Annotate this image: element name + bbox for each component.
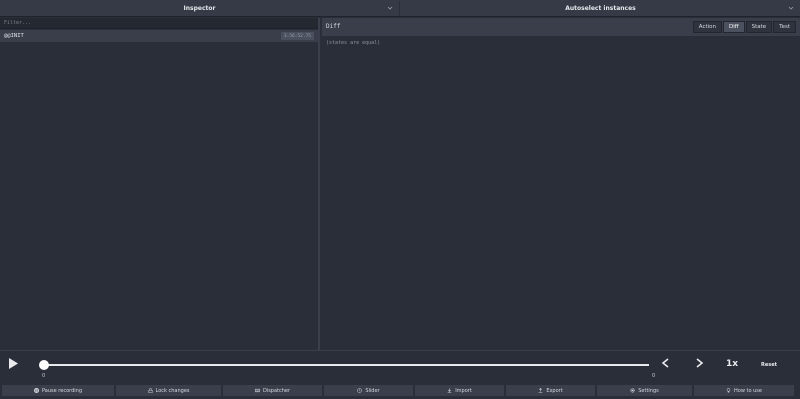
- upload-icon: [538, 388, 543, 393]
- inspector-pane: Diff Action Diff State Test (states are …: [322, 18, 800, 350]
- how-to-use-button[interactable]: How to use: [694, 385, 794, 396]
- monitor-dropdown-label: Inspector: [183, 5, 216, 12]
- dispatcher-button[interactable]: Dispatcher: [223, 385, 322, 396]
- action-list-pane: Filter... @@INIT 3:56:52.75: [0, 18, 320, 350]
- reset-button[interactable]: Reset: [761, 362, 777, 368]
- lightbulb-icon: [726, 388, 731, 393]
- tab-state[interactable]: State: [745, 21, 773, 33]
- tab-action[interactable]: Action: [692, 21, 723, 33]
- action-list-item[interactable]: @@INIT 3:56:52.75: [0, 30, 318, 42]
- chevron-right-icon[interactable]: [695, 358, 704, 368]
- timeline-track[interactable]: [44, 364, 649, 366]
- export-label: Export: [546, 387, 563, 394]
- export-button[interactable]: Export: [506, 385, 595, 396]
- dispatcher-label: Dispatcher: [262, 387, 291, 394]
- play-icon[interactable]: [8, 358, 18, 369]
- lock-icon: [148, 388, 152, 393]
- slider-label: Slider: [365, 387, 380, 394]
- action-timestamp: 3:56:52.75: [280, 32, 314, 40]
- lock-changes-button[interactable]: Lock changes: [116, 385, 221, 396]
- lock-changes-label: Lock changes: [155, 387, 190, 394]
- top-bar: Inspector Autoselect instances: [0, 0, 800, 17]
- import-label: Import: [455, 387, 472, 394]
- import-button[interactable]: Import: [415, 385, 504, 396]
- history-icon: [357, 388, 363, 393]
- bottom-toolbar: Pause recording Lock changes Dispatcher …: [0, 382, 800, 399]
- pause-recording-button[interactable]: Pause recording: [2, 385, 114, 396]
- tab-test[interactable]: Test: [773, 21, 796, 33]
- tab-diff[interactable]: Diff: [723, 21, 745, 33]
- gear-icon: [630, 388, 635, 393]
- pause-recording-label: Pause recording: [42, 387, 82, 394]
- monitor-dropdown[interactable]: Inspector: [0, 1, 400, 16]
- chevron-down-icon: [387, 6, 393, 10]
- timeline-handle[interactable]: [39, 360, 49, 370]
- inspector-title: Diff: [326, 23, 341, 30]
- chevron-left-icon[interactable]: [661, 358, 670, 368]
- settings-button[interactable]: Settings: [597, 385, 692, 396]
- inspector-header: Diff Action Diff State Test: [322, 18, 800, 36]
- chevron-down-icon: [788, 6, 794, 10]
- keyboard-icon: [254, 388, 260, 393]
- download-icon: [447, 388, 452, 393]
- pause-circle-icon: [34, 388, 39, 393]
- timeline-start-label: 0: [42, 373, 46, 379]
- playback-speed[interactable]: 1x: [726, 359, 738, 369]
- diff-message: (states are equal): [326, 40, 381, 46]
- filter-input[interactable]: Filter...: [0, 18, 318, 29]
- instance-dropdown[interactable]: Autoselect instances: [401, 1, 800, 16]
- instance-dropdown-label: Autoselect instances: [565, 5, 636, 12]
- slider-bar: 0 0 1x Reset: [0, 350, 800, 382]
- slider-button[interactable]: Slider: [324, 385, 413, 396]
- how-to-use-label: How to use: [734, 387, 762, 394]
- inspector-tabs: Action Diff State Test: [692, 21, 796, 33]
- action-name: @@INIT: [4, 33, 24, 39]
- timeline-end-label: 0: [652, 373, 656, 379]
- settings-label: Settings: [638, 387, 659, 394]
